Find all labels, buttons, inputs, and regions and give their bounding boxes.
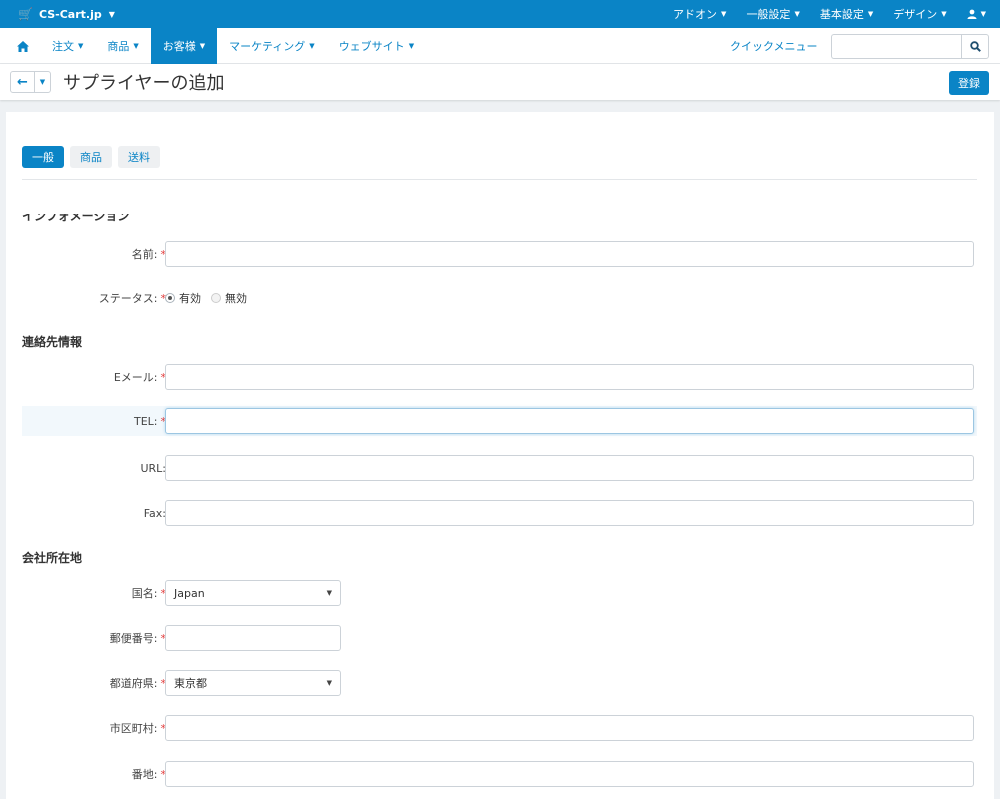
content-panel: 一般 商品 送料 インフォメーション 名前: * ステータス: * 有効 無効 連絡… (6, 112, 994, 799)
field-label-city: 市区町村: * (109, 721, 166, 736)
main-nav: 注文 ▼ 商品 ▼ お客様 ▼ マーケティング ▼ ウェブサイト ▼ クイックメニュー (0, 28, 1000, 64)
state-select[interactable]: 東京都 ▼ (165, 670, 341, 696)
zip-input[interactable] (165, 625, 341, 651)
field-label-address: 番地: * (131, 767, 166, 782)
status-active-radio[interactable]: 有効 (165, 290, 201, 306)
search-icon (969, 41, 981, 52)
field-row-tel: TEL: * (22, 406, 977, 436)
field-label-tel: TEL: * (133, 414, 166, 428)
field-label-email: Eメール: * (113, 370, 166, 385)
nav-marketing[interactable]: マーケティング ▼ (217, 28, 327, 64)
chevron-down-icon: ▼ (941, 10, 947, 18)
cart-icon: 🛒 (18, 7, 33, 21)
section-heading-address: 会社所在地 (22, 551, 83, 565)
menu-basic-settings[interactable]: 基本設定 ▼ (820, 6, 873, 22)
chevron-down-icon: ▼ (133, 42, 139, 50)
field-row-city: 市区町村: * (22, 714, 977, 742)
chevron-down-icon: ▼ (980, 10, 986, 18)
url-input[interactable] (165, 455, 974, 481)
nav-website[interactable]: ウェブサイト ▼ (327, 28, 426, 64)
field-label-country: 国名: * (131, 586, 166, 601)
back-dropdown-button[interactable]: ▼ (34, 71, 51, 93)
chevron-down-icon: ▼ (867, 10, 874, 18)
search-input[interactable] (831, 34, 961, 59)
chevron-down-icon: ▼ (326, 679, 332, 687)
nav-orders[interactable]: 注文 ▼ (40, 28, 95, 64)
tab-shipping[interactable]: 送料 (118, 146, 160, 168)
nav-customers[interactable]: お客様 ▼ (150, 28, 218, 64)
field-row-status: ステータス: * 有効 無効 (22, 284, 977, 312)
chevron-down-icon: ▼ (309, 42, 315, 50)
field-row-email: Eメール: * (22, 363, 977, 391)
address-input[interactable] (165, 761, 974, 787)
user-menu[interactable]: ▼ (967, 9, 986, 19)
home-icon[interactable] (17, 28, 29, 64)
field-row-url: URL: (22, 454, 977, 482)
field-row-fax: Fax: (22, 499, 977, 527)
status-radio-group: 有効 無効 (165, 284, 247, 312)
title-bar: ← ▼ サプライヤーの追加 登録 (0, 64, 1000, 100)
chevron-down-icon: ▼ (199, 42, 206, 50)
chevron-down-icon: ▼ (794, 10, 800, 18)
fax-input[interactable] (165, 500, 974, 526)
field-row-address: 番地: * (22, 760, 977, 788)
tab-general[interactable]: 一般 (22, 146, 64, 168)
field-label-url: URL: (140, 461, 166, 475)
field-row-country: 国名: * Japan ▼ (22, 579, 977, 607)
quick-menu-link[interactable]: クイックメニュー (730, 28, 818, 64)
field-label-fax: Fax: (143, 506, 166, 520)
chevron-down-icon: ▼ (108, 9, 115, 19)
country-select[interactable]: Japan ▼ (165, 580, 341, 606)
field-label-zip: 郵便番号: * (109, 631, 166, 646)
user-icon (967, 9, 977, 19)
page-title: サプライヤーの追加 (63, 73, 225, 94)
section-heading-info: インフォメーション (22, 214, 130, 222)
email-input[interactable] (165, 364, 974, 390)
arrow-left-icon: ← (17, 74, 28, 90)
back-button[interactable]: ← (10, 71, 35, 93)
menu-general-settings[interactable]: 一般設定 ▼ (746, 6, 799, 22)
brand-menu[interactable]: 🛒 CS-Cart.jp ▼ (18, 0, 115, 28)
field-label-status: ステータス: * (98, 291, 166, 306)
chevron-down-icon: ▼ (78, 42, 84, 50)
field-row-state: 都道府県: * 東京都 ▼ (22, 669, 977, 697)
field-label-name: 名前: * (131, 247, 166, 262)
chevron-down-icon: ▼ (326, 589, 332, 597)
field-label-state: 都道府県: * (109, 676, 166, 691)
search-button[interactable] (961, 34, 989, 59)
field-row-name: 名前: * (22, 240, 977, 268)
tab-divider (22, 179, 977, 180)
brand-name: CS-Cart.jp (38, 7, 102, 21)
field-row-zip: 郵便番号: * (22, 624, 977, 652)
status-disabled-radio[interactable]: 無効 (211, 290, 247, 306)
top-bar: 🛒 CS-Cart.jp ▼ アドオン ▼ 一般設定 ▼ 基本設定 ▼ デザイン ▼ ▼ (0, 0, 1000, 28)
chevron-down-icon: ▼ (39, 78, 46, 86)
city-input[interactable] (165, 715, 974, 741)
section-heading-contact: 連絡先情報 (22, 335, 83, 349)
tel-input[interactable] (165, 408, 974, 434)
name-input[interactable] (165, 241, 974, 267)
tab-products[interactable]: 商品 (70, 146, 112, 168)
nav-products[interactable]: 商品 ▼ (95, 28, 150, 64)
menu-design[interactable]: デザイン ▼ (893, 6, 946, 22)
menu-addons[interactable]: アドオン ▼ (673, 6, 726, 22)
chevron-down-icon: ▼ (721, 10, 727, 18)
tabs: 一般 商品 送料 (22, 146, 160, 168)
save-button[interactable]: 登録 (949, 71, 989, 95)
chevron-down-icon: ▼ (408, 42, 415, 50)
